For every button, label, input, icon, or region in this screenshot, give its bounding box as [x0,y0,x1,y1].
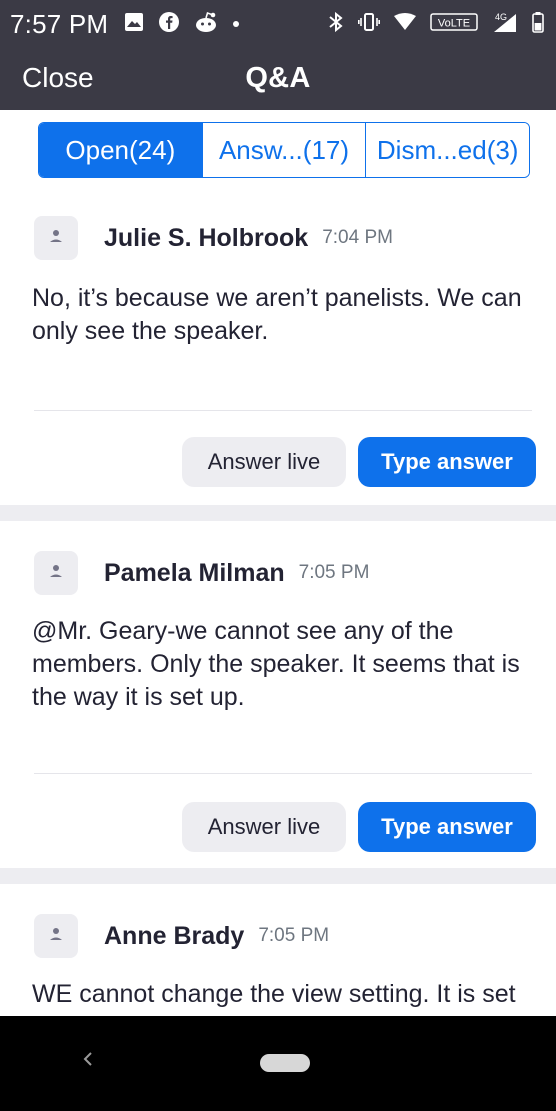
user-icon [48,563,64,584]
android-nav-bar [0,1016,556,1111]
system-icons: VoLTE 4G [328,11,544,38]
dot-icon [232,15,240,33]
volte-icon: VoLTE [430,12,478,37]
question-time: 7:05 PM [258,925,330,946]
question-header: Julie S. Holbrook 7:04 PM [34,216,393,260]
answer-live-button[interactable]: Answer live [182,437,346,487]
question-time: 7:04 PM [322,227,393,248]
avatar [34,551,78,595]
back-icon[interactable] [82,1050,94,1073]
wifi-icon [394,12,416,36]
image-icon [124,12,144,37]
status-time: 7:57 PM [10,8,109,39]
author-name: Anne Brady [104,921,245,950]
status-bar: 7:57 PM VoLTE 4G [0,0,556,48]
question-item: Julie S. Holbrook 7:04 PM No, it’s becau… [0,216,556,506]
question-time: 7:05 PM [298,562,370,583]
volte-label: VoLTE [438,17,470,29]
section-separator [0,505,556,521]
notification-icons [124,11,240,38]
header-bar: Close Q&A [0,48,556,110]
question-text: No, it’s because we aren’t panelists. We… [32,284,522,345]
vibrate-icon [358,12,380,37]
author-name: Julie S. Holbrook [104,223,309,252]
reddit-icon [194,11,218,38]
section-separator [0,868,556,884]
avatar [34,914,78,958]
avatar [34,216,78,260]
tab-dismissed[interactable]: Dism...ed(3) [365,123,529,177]
home-pill-icon[interactable] [260,1054,310,1072]
signal-icon: 4G [492,11,518,38]
divider [34,773,532,774]
type-answer-button[interactable]: Type answer [358,802,536,852]
facebook-icon [158,11,180,38]
question-item: Anne Brady 7:05 PM WE cannot change the … [0,914,556,1041]
question-header: Anne Brady 7:05 PM [34,914,329,958]
user-icon [48,228,64,249]
divider [34,410,532,411]
tab-answered[interactable]: Answ...(17) [201,123,366,177]
page-title: Q&A [245,62,311,94]
question-item: Pamela Milman 7:05 PM @Mr. Geary-we cann… [0,551,556,871]
network-label: 4G [495,12,507,22]
type-answer-button[interactable]: Type answer [358,437,536,487]
qa-tabs: Open(24) Answ...(17) Dism...ed(3) [38,122,530,178]
battery-icon [532,11,544,38]
question-header: Pamela Milman 7:05 PM [34,551,369,595]
tab-open[interactable]: Open(24) [39,123,202,177]
question-text: @Mr. Geary-we cannot see any of the memb… [32,617,520,711]
user-icon [48,926,64,947]
author-name: Pamela Milman [104,558,285,587]
answer-live-button[interactable]: Answer live [182,802,346,852]
bluetooth-icon [328,11,344,38]
